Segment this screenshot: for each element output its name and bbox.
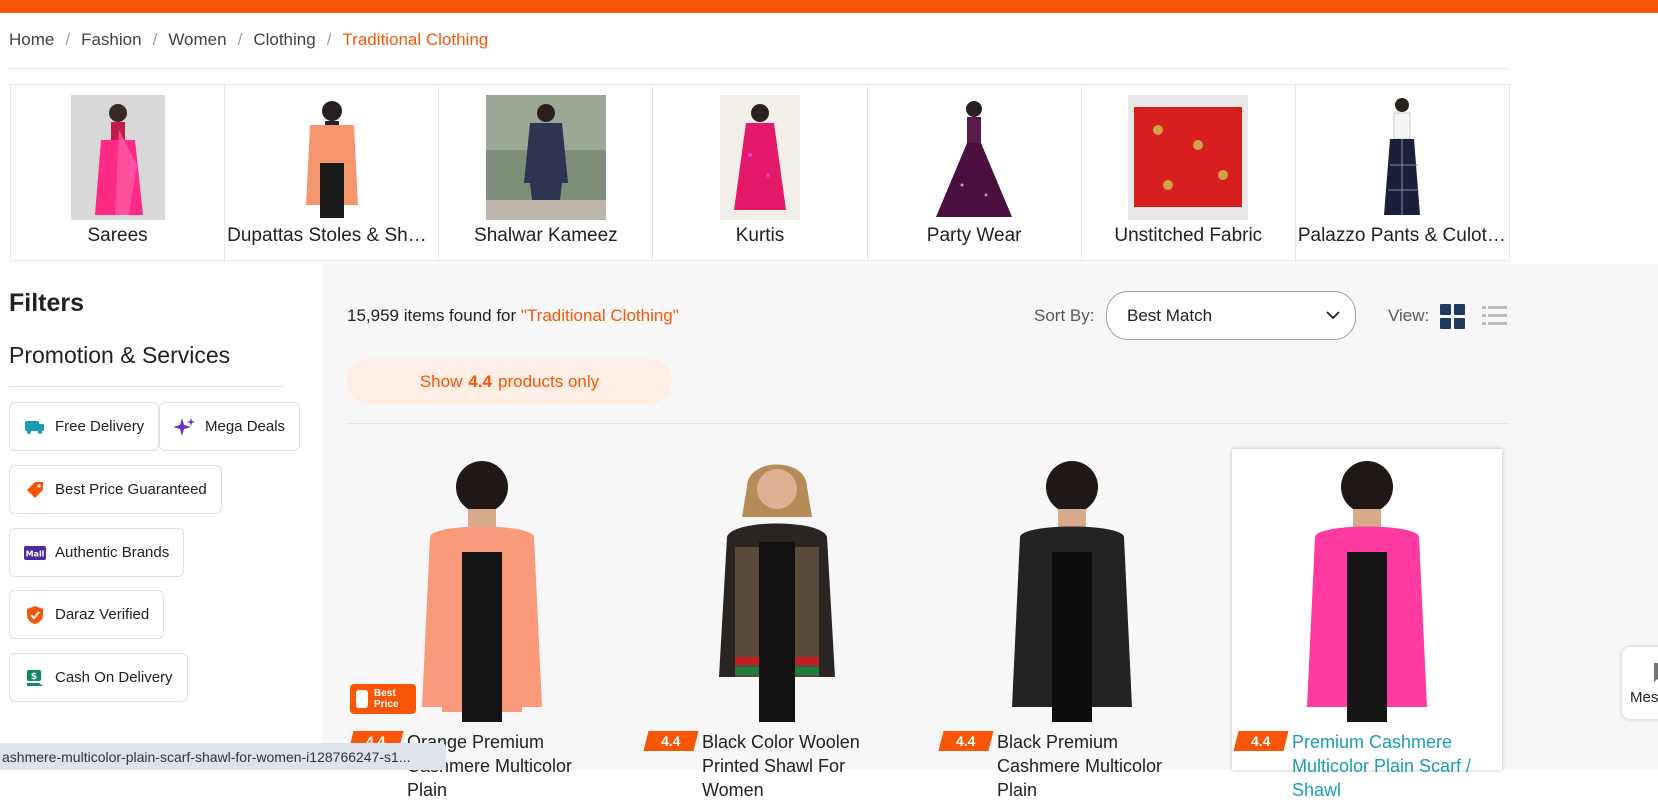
filter-free-delivery[interactable]: Free Delivery	[9, 402, 160, 451]
product-title[interactable]: Premium Cashmere Multicolor Plain Scarf …	[1292, 730, 1497, 802]
product-image	[937, 453, 1207, 723]
chip-label: Cash On Delivery	[55, 669, 173, 686]
sort-select[interactable]: Best Match	[1106, 291, 1356, 340]
chevron-down-icon	[1325, 307, 1341, 328]
category-label: Shalwar Kameez	[474, 225, 618, 246]
product-title[interactable]: Black Color Woolen Printed Shawl For Wom…	[702, 730, 907, 802]
product-image	[642, 453, 912, 723]
divider	[347, 423, 1509, 424]
svg-text:$: $	[31, 672, 37, 682]
filter-daraz-verified[interactable]: Daraz Verified	[9, 590, 165, 639]
category-image	[485, 95, 606, 220]
chip-label: Mega Deals	[205, 418, 286, 435]
top-accent-bar	[0, 0, 1658, 13]
filter-cash-on-delivery[interactable]: $ Cash On Delivery	[9, 653, 188, 702]
shield-icon	[24, 604, 46, 626]
promo-services-title: Promotion & Services	[9, 342, 231, 368]
category-image	[1372, 95, 1433, 220]
breadcrumb-women[interactable]: Women	[168, 30, 226, 50]
status-url-bar: ashmere-multicolor-plain-scarf-shawl-for…	[0, 743, 446, 770]
show-rated-products-button[interactable]: Show 4.4 products only	[347, 359, 672, 404]
chat-icon	[1654, 663, 1658, 682]
product-card[interactable]: 4.4 Black Premium Cashmere Multicolor Pl…	[937, 449, 1207, 800]
divider	[9, 386, 285, 387]
product-image	[1232, 453, 1502, 723]
list-view-icon[interactable]	[1482, 304, 1507, 333]
rating-badge: 4.4	[643, 731, 699, 751]
filter-authentic-brands[interactable]: Mall Authentic Brands	[9, 528, 185, 577]
category-party-wear[interactable]: Party Wear	[868, 85, 1082, 260]
category-label: Dupattas Stoles & Shawls	[227, 225, 437, 246]
category-palazzo-pants[interactable]: Palazzo Pants & Culottes	[1296, 85, 1509, 260]
category-unstitched-fabric[interactable]: Unstitched Fabric	[1082, 85, 1296, 260]
svg-text:Mall: Mall	[26, 549, 45, 558]
truck-icon	[24, 416, 46, 438]
category-image	[719, 95, 800, 220]
sparkle-icon	[174, 416, 196, 438]
sort-label: Sort By:	[1034, 306, 1095, 325]
category-label: Kurtis	[735, 225, 785, 246]
rating-badge: 4.4	[938, 731, 994, 751]
chip-label: Daraz Verified	[55, 606, 150, 623]
chip-label: Best Price Guaranteed	[55, 481, 207, 498]
chip-label: Authentic Brands	[55, 544, 170, 561]
product-card[interactable]: 4.4 Orange Premium Cashmere Multicolor P…	[347, 449, 617, 800]
breadcrumb-clothing[interactable]: Clothing	[253, 30, 315, 50]
divider	[9, 68, 1509, 69]
rating-badge: 4.4	[1233, 731, 1289, 751]
mall-icon: Mall	[24, 542, 46, 564]
filter-best-price[interactable]: Best Price Guaranteed	[9, 465, 222, 514]
breadcrumb-fashion[interactable]: Fashion	[81, 30, 141, 50]
grid-view-icon[interactable]	[1440, 304, 1465, 334]
category-strip: Sarees Dupattas Stoles & Shawls Shalwar …	[10, 84, 1510, 261]
category-sarees[interactable]: Sarees	[11, 85, 226, 260]
product-card-hovered[interactable]: 4.4 Premium Cashmere Multicolor Plain Sc…	[1232, 449, 1502, 800]
category-label: Unstitched Fabric	[1114, 225, 1263, 246]
messages-tab[interactable]: Mes	[1622, 647, 1658, 719]
category-label: Party Wear	[926, 225, 1022, 246]
cash-icon: $	[24, 667, 46, 689]
filter-mega-deals[interactable]: Mega Deals	[159, 402, 301, 451]
category-dupattas[interactable]: Dupattas Stoles & Shawls	[225, 85, 440, 260]
category-image	[291, 95, 372, 220]
breadcrumb-home[interactable]: Home	[9, 30, 54, 50]
category-image	[1128, 95, 1249, 220]
category-shalwar-kameez[interactable]: Shalwar Kameez	[439, 85, 654, 260]
filters-title: Filters	[9, 289, 85, 317]
sort-value: Best Match	[1127, 305, 1213, 325]
category-image	[932, 95, 1017, 220]
chip-label: Free Delivery	[55, 418, 145, 435]
product-card[interactable]: 4.4 Black Color Woolen Printed Shawl For…	[642, 449, 912, 800]
view-label: View:	[1388, 306, 1430, 325]
messages-label: Mes	[1630, 689, 1658, 706]
breadcrumb-current: Traditional Clothing	[342, 30, 489, 49]
best-price-badge: Best Price	[350, 684, 416, 714]
product-image	[347, 453, 617, 723]
result-count: 15,959 items found for "Traditional Clot…	[347, 306, 679, 325]
product-title[interactable]: Black Premium Cashmere Multicolor Plain	[997, 730, 1202, 802]
category-label: Sarees	[87, 225, 148, 246]
category-label: Palazzo Pants & Culottes	[1297, 225, 1507, 246]
category-image	[70, 95, 165, 220]
category-kurtis[interactable]: Kurtis	[653, 85, 868, 260]
price-tag-icon	[24, 479, 46, 501]
breadcrumb: Home / Fashion / Women / Clothing / Traditio…	[9, 30, 489, 50]
